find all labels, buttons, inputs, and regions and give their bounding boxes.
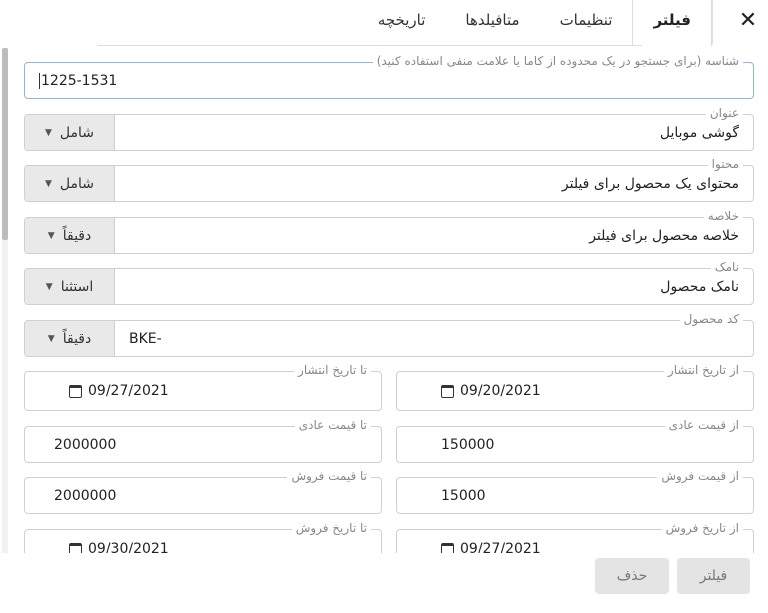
regular-price-from-field[interactable]: از قیمت عادی 150000 (396, 417, 754, 463)
text-caret (39, 72, 40, 89)
slug-mode-label: استثنا (60, 278, 94, 295)
caret-down-icon: ▼ (47, 230, 55, 241)
slug-field-value: نامک محصول (660, 278, 739, 295)
regular-price-to-value: 2000000 (54, 436, 117, 453)
calendar-icon[interactable] (69, 384, 82, 398)
content-mode-label: شامل (59, 175, 95, 192)
product-code-value: BKE- (129, 330, 162, 347)
sale-date-from-field[interactable]: از تاریخ فروش 09/27/2021 (396, 520, 754, 553)
regular-price-to-legend: تا قیمت عادی (294, 417, 371, 433)
calendar-icon[interactable] (441, 542, 454, 553)
summary-field-value: خلاصه محصول برای فیلتر (589, 227, 739, 244)
id-field[interactable]: شناسه (برای جستجو در یک محدوده از کاما ی… (24, 53, 754, 99)
calendar-icon[interactable] (441, 384, 454, 398)
sale-price-from-legend: از قیمت فروش (657, 468, 743, 484)
caret-down-icon: ▼ (44, 178, 52, 189)
tab-filter[interactable]: فیلتر (632, 0, 712, 46)
title-mode-select[interactable]: شامل ▼ (25, 115, 115, 150)
caret-down-icon: ▼ (44, 127, 52, 138)
summary-field[interactable]: خلاصه خلاصه محصول برای فیلتر دقیقاً ▼ (24, 208, 754, 254)
regular-price-to-field[interactable]: تا قیمت عادی 2000000 (24, 417, 382, 463)
tab-history[interactable]: تاریخچه (358, 0, 446, 40)
regular-price-from-value: 150000 (441, 436, 495, 453)
close-separator (712, 0, 713, 44)
title-mode-label: شامل (59, 124, 95, 141)
sale-date-to-field[interactable]: تا تاریخ فروش 09/30/2021 (24, 520, 382, 553)
tab-bar: ✕ فیلتر تنظیمات متافیلدها تاریخچه (0, 0, 768, 46)
content-mode-select[interactable]: شامل ▼ (25, 166, 115, 201)
slug-field[interactable]: نامک نامک محصول استثنا ▼ (24, 259, 754, 305)
summary-mode-select[interactable]: دقیقاً ▼ (25, 218, 115, 253)
publish-from-field[interactable]: از تاریخ انتشار 09/20/2021 (396, 362, 754, 411)
tab-underline (97, 45, 642, 46)
slug-mode-select[interactable]: استثنا ▼ (25, 269, 115, 304)
caret-down-icon: ▼ (47, 333, 55, 344)
caret-down-icon: ▼ (45, 281, 53, 292)
publish-to-field[interactable]: تا تاریخ انتشار 09/27/2021 (24, 362, 382, 411)
sale-price-to-value: 2000000 (54, 487, 117, 504)
product-code-mode-label: دقیقاً (62, 330, 92, 347)
id-field-legend: شناسه (برای جستجو در یک محدوده از کاما ی… (372, 53, 743, 69)
publish-to-legend: تا تاریخ انتشار (294, 362, 371, 378)
publish-from-value: 09/20/2021 (460, 383, 541, 399)
publish-from-legend: از تاریخ انتشار (663, 362, 743, 378)
title-field[interactable]: عنوان گوشی موبایل شامل ▼ (24, 105, 754, 151)
product-code-mode-select[interactable]: دقیقاً ▼ (25, 321, 115, 356)
sale-date-to-legend: تا تاریخ فروش (291, 520, 371, 536)
calendar-icon[interactable] (69, 542, 82, 553)
sale-price-to-legend: تا قیمت فروش (287, 468, 371, 484)
title-field-value: گوشی موبایل (659, 124, 739, 141)
id-field-value: 1225-1531 (41, 72, 118, 89)
content-field[interactable]: محتوا محتوای یک محصول برای فیلتر شامل ▼ (24, 156, 754, 202)
tab-settings[interactable]: تنظیمات (540, 0, 633, 40)
sale-price-from-field[interactable]: از قیمت فروش 15000 (396, 468, 754, 514)
product-code-field[interactable]: کد محصول BKE- دقیقاً ▼ (24, 311, 754, 357)
content-field-value: محتوای یک محصول برای فیلتر (561, 175, 739, 192)
sale-date-to-value: 09/30/2021 (88, 541, 169, 553)
sale-date-from-legend: از تاریخ فروش (661, 520, 743, 536)
tab-metafields[interactable]: متافیلدها (445, 0, 539, 40)
sale-date-from-value: 09/27/2021 (460, 541, 541, 553)
close-icon[interactable]: ✕ (728, 0, 768, 40)
filter-form: شناسه (برای جستجو در یک محدوده از کاما ی… (0, 48, 768, 553)
publish-to-value: 09/27/2021 (88, 383, 169, 399)
sale-price-from-value: 15000 (441, 487, 486, 504)
tabs: فیلتر تنظیمات متافیلدها تاریخچه (358, 0, 712, 46)
footer: فیلتر حذف (0, 553, 768, 613)
delete-button[interactable]: حذف (595, 558, 669, 594)
summary-mode-label: دقیقاً (62, 227, 92, 244)
product-code-legend: کد محصول (679, 311, 743, 327)
sale-price-to-field[interactable]: تا قیمت فروش 2000000 (24, 468, 382, 514)
regular-price-from-legend: از قیمت عادی (664, 417, 743, 433)
filter-button[interactable]: فیلتر (677, 558, 750, 594)
